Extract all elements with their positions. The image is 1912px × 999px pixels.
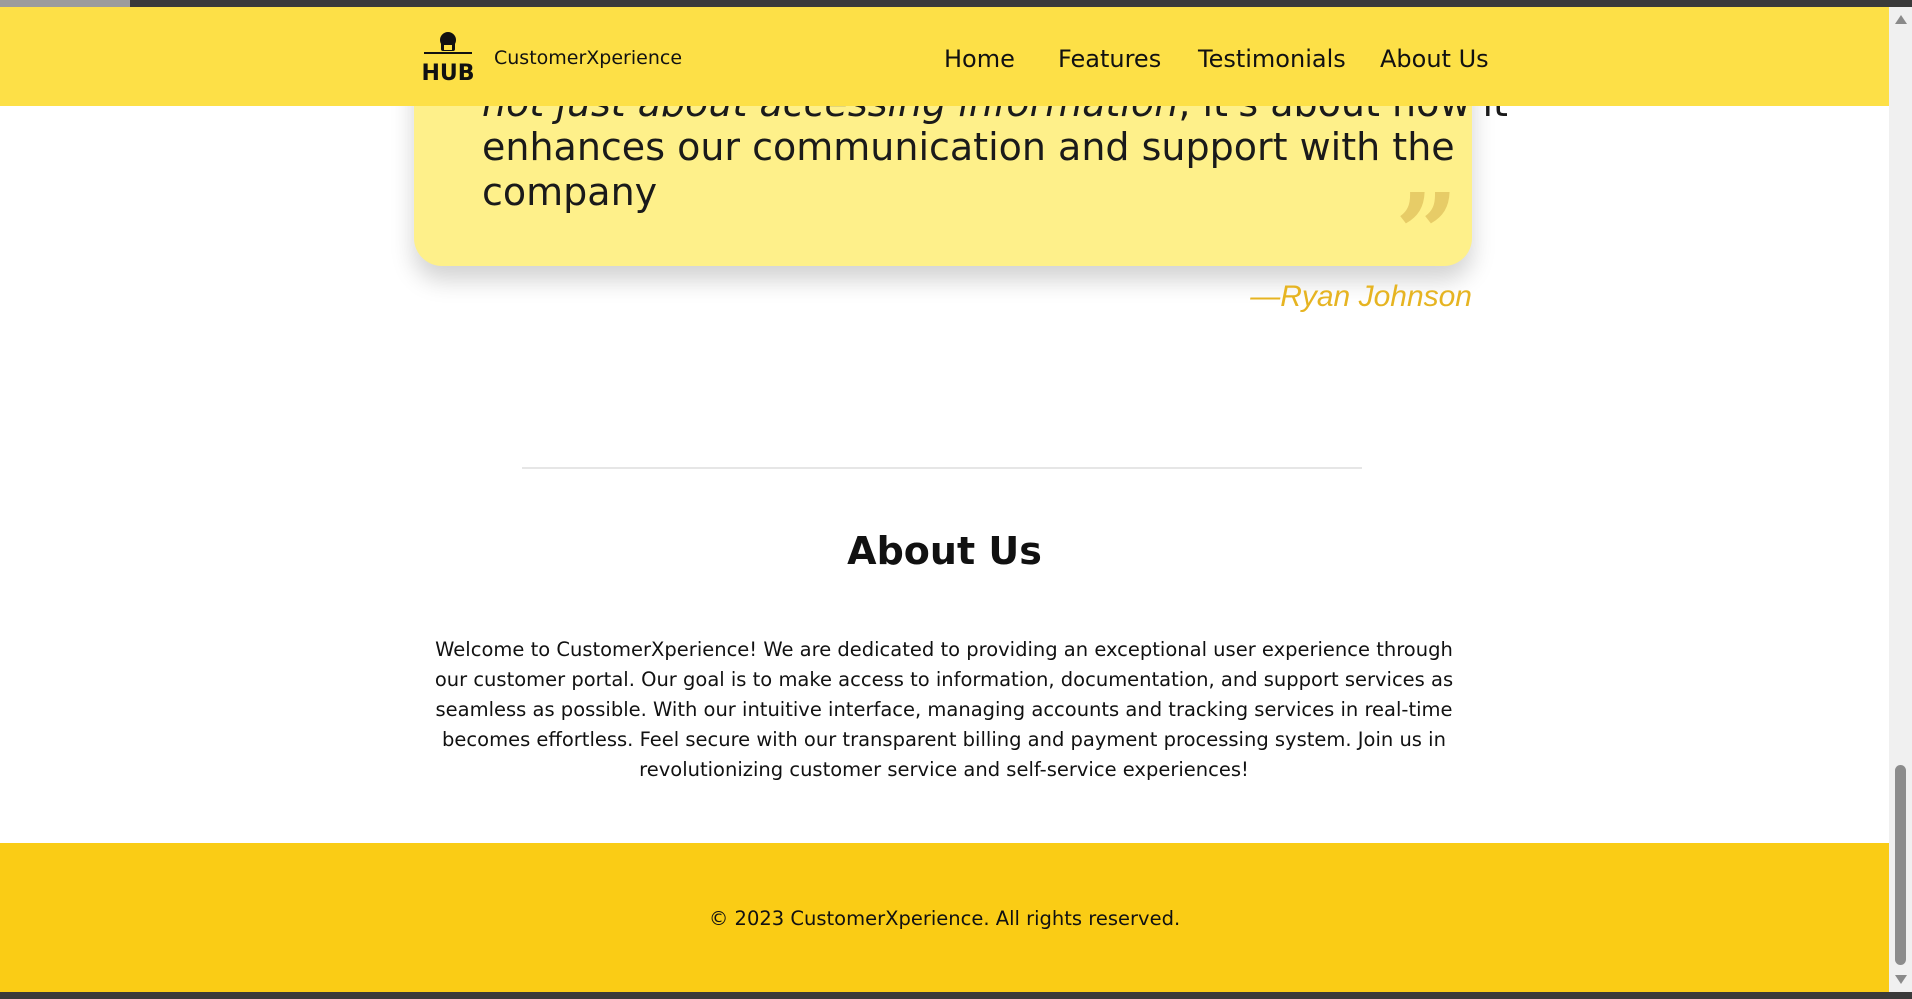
logo-text: HUB — [421, 61, 474, 84]
window-top-border — [0, 0, 1912, 7]
section-divider — [522, 467, 1362, 469]
window-bottom-border — [0, 992, 1912, 999]
about-us-heading: About Us — [847, 529, 1042, 573]
scroll-up-arrow-icon[interactable] — [1895, 15, 1907, 24]
brand-name[interactable]: CustomerXperience — [494, 47, 682, 69]
nav-link-about-us[interactable]: About Us — [1380, 45, 1489, 73]
testimonial-quote-line-2: enhances our communication and support w… — [482, 125, 1455, 169]
nav-link-features[interactable]: Features — [1058, 45, 1161, 73]
window-top-border-highlight — [0, 0, 130, 7]
testimonial-quote-line-3: company — [482, 170, 658, 214]
logo[interactable]: HUB — [420, 30, 476, 86]
nav-link-testimonials[interactable]: Testimonials — [1198, 45, 1346, 73]
scrollbar-thumb[interactable] — [1895, 765, 1906, 965]
footer-copyright: © 2023 CustomerXperience. All rights res… — [708, 907, 1181, 930]
page-viewport: not just about accessing information, it… — [0, 7, 1889, 992]
about-us-body: Welcome to CustomerXperience! We are ded… — [434, 638, 1454, 781]
navbar: HUB CustomerXperience Home Features Test… — [0, 7, 1889, 106]
scroll-down-arrow-icon[interactable] — [1895, 975, 1907, 984]
close-quote-icon: ” — [1395, 169, 1459, 298]
nav-link-home[interactable]: Home — [944, 45, 1015, 73]
vertical-scrollbar[interactable] — [1889, 7, 1912, 992]
logo-icon: HUB — [421, 32, 475, 86]
testimonial-author: —Ryan Johnson — [1250, 280, 1472, 313]
